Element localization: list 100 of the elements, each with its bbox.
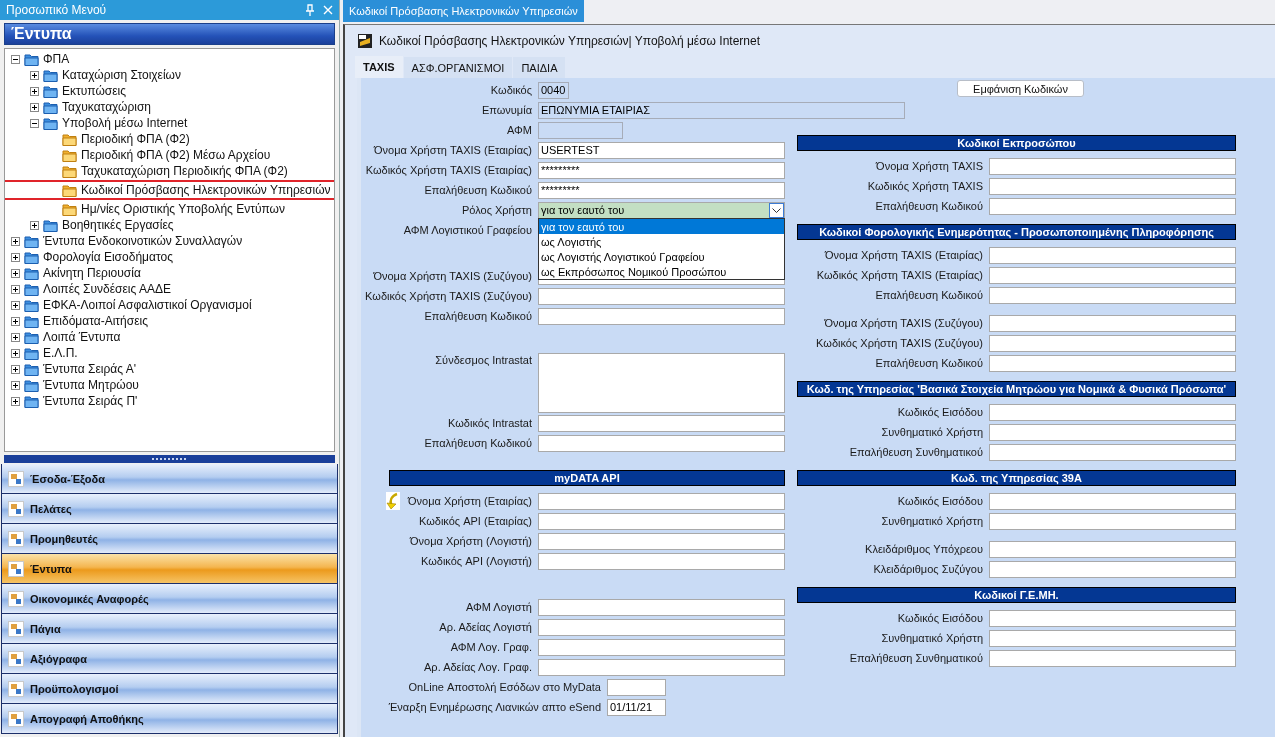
input-field[interactable] (538, 434, 785, 452)
tree-item[interactable]: Λοιπές Συνδέσεις ΑΑΔΕ (5, 281, 334, 297)
tree-item[interactable]: Κωδικοί Πρόσβασης Ηλεκτρονικών Υπηρεσιών (5, 180, 334, 200)
tree-item[interactable]: Ημ/νίες Οριστικής Υποβολής Εντύπων (5, 201, 334, 217)
tree-item[interactable]: Έντυπα Σειράς Α' (5, 361, 334, 377)
input-field[interactable] (538, 287, 785, 305)
tab[interactable]: ΠΑΙΔΙΑ (513, 57, 566, 78)
input-field[interactable] (989, 443, 1236, 461)
splitter-handle[interactable] (4, 455, 335, 463)
tree-item[interactable]: Ε.Λ.Π. (5, 345, 334, 361)
tree-item[interactable]: Περιοδική ΦΠΑ (Φ2) Μέσω Αρχείου (5, 147, 334, 163)
tree-item[interactable]: Καταχώριση Στοιχείων (5, 67, 334, 83)
expand-toggle-icon[interactable] (11, 300, 20, 310)
input-field[interactable]: ********* (538, 181, 785, 199)
expand-toggle-icon[interactable] (11, 380, 20, 390)
input-field[interactable] (989, 492, 1236, 510)
expand-toggle-icon[interactable] (11, 364, 20, 374)
tree-item[interactable]: Λοιπά Έντυπα (5, 329, 334, 345)
expand-toggle-icon[interactable] (30, 86, 39, 96)
input-field[interactable]: 01/11/21 (607, 698, 666, 716)
input-field[interactable] (989, 334, 1236, 352)
input-field[interactable] (989, 403, 1236, 421)
expand-toggle-icon[interactable] (11, 396, 20, 406)
input-field[interactable] (538, 532, 785, 550)
tree-item[interactable]: Έντυπα Ενδοκοινοτικών Συναλλαγών (5, 233, 334, 249)
tree-item[interactable]: ΦΠΑ (5, 51, 334, 67)
input-field[interactable]: USERTEST (538, 141, 785, 159)
tab[interactable]: ΑΣΦ.ΟΡΓΑΝΙΣΜΟΙ (403, 57, 513, 78)
expand-toggle-icon[interactable] (11, 284, 20, 294)
input-field[interactable] (538, 618, 785, 636)
nav-button[interactable]: Οικονομικές Αναφορές (1, 584, 338, 614)
tree-item[interactable]: Έντυπα Μητρώου (5, 377, 334, 393)
dropdown-option[interactable]: ως Εκπρόσωπος Νομικού Προσώπου (539, 264, 784, 279)
input-field[interactable] (538, 552, 785, 570)
input-field[interactable] (989, 177, 1236, 195)
field-label: Επαλήθευση Κωδικού (875, 289, 983, 301)
folder-icon (24, 362, 39, 376)
expand-toggle-icon[interactable] (11, 252, 20, 262)
collapse-toggle-icon[interactable] (11, 54, 20, 64)
expand-toggle-icon[interactable] (11, 332, 20, 342)
textarea-field[interactable] (538, 353, 785, 413)
tree-item[interactable]: Ταχυκαταχώριση Περιοδικής ΦΠΑ (Φ2) (5, 163, 334, 179)
input-field[interactable] (989, 286, 1236, 304)
input-field[interactable] (538, 307, 785, 325)
input-field[interactable] (538, 492, 785, 510)
dropdown-field[interactable]: για τον εαυτό του (538, 201, 785, 219)
collapse-toggle-icon[interactable] (30, 118, 39, 128)
input-field[interactable] (538, 658, 785, 676)
input-field[interactable] (538, 512, 785, 530)
expand-toggle-icon[interactable] (30, 70, 39, 80)
tree-item[interactable]: Υποβολή μέσω Internet (5, 115, 334, 131)
tree-item[interactable]: Περιοδική ΦΠΑ (Φ2) (5, 131, 334, 147)
tree-item[interactable]: Ακίνητη Περιουσία (5, 265, 334, 281)
expand-toggle-icon[interactable] (30, 102, 39, 112)
dropdown-option[interactable]: ως Λογιστής (539, 234, 784, 249)
input-field[interactable] (989, 314, 1236, 332)
input-field[interactable] (989, 649, 1236, 667)
expand-toggle-icon[interactable] (11, 316, 20, 326)
input-field[interactable] (989, 512, 1236, 530)
input-field[interactable] (989, 197, 1236, 215)
expand-toggle-icon[interactable] (11, 268, 20, 278)
input-field[interactable] (989, 540, 1236, 558)
nav-button[interactable]: Απογραφή Αποθήκης (1, 704, 338, 734)
nav-button[interactable]: Προϋπολογισμοί (1, 674, 338, 704)
expand-toggle-icon[interactable] (11, 348, 20, 358)
input-field[interactable] (538, 638, 785, 656)
nav-button[interactable]: Πάγια (1, 614, 338, 644)
tree-item[interactable]: Ταχυκαταχώριση (5, 99, 334, 115)
input-field[interactable] (989, 354, 1236, 372)
dropdown-button[interactable] (769, 202, 784, 218)
input-field[interactable] (538, 598, 785, 616)
input-field[interactable] (989, 246, 1236, 264)
tab[interactable]: TAXIS (355, 56, 403, 78)
input-field[interactable]: ********* (538, 161, 785, 179)
show-codes-button[interactable]: Εμφάνιση Κωδικών (957, 80, 1084, 97)
input-field[interactable] (989, 423, 1236, 441)
nav-button[interactable]: Αξιόγραφα (1, 644, 338, 674)
nav-button[interactable]: Έντυπα (1, 554, 338, 584)
input-field[interactable] (989, 157, 1236, 175)
dropdown-option[interactable]: για τον εαυτό του (539, 219, 784, 234)
input-field[interactable] (989, 629, 1236, 647)
input-field[interactable] (989, 560, 1236, 578)
dropdown-option[interactable]: ως Λογιστής Λογιστικού Γραφείου (539, 249, 784, 264)
tree-item[interactable]: Επιδόματα-Αιτήσεις (5, 313, 334, 329)
nav-button[interactable]: Πελάτες (1, 494, 338, 524)
input-field[interactable] (607, 678, 666, 696)
pin-icon[interactable] (305, 4, 315, 16)
nav-button[interactable]: Προμηθευτές (1, 524, 338, 554)
close-icon[interactable] (323, 5, 333, 15)
tree-item[interactable]: Εκτυπώσεις (5, 83, 334, 99)
nav-button[interactable]: Έσοδα-Έξοδα (1, 464, 338, 494)
tree-item[interactable]: Έντυπα Σειράς Π' (5, 393, 334, 409)
tree-item[interactable]: ΕΦΚΑ-Λοιποί Ασφαλιστικοί Οργανισμοί (5, 297, 334, 313)
input-field[interactable] (538, 414, 785, 432)
tree-item[interactable]: Φορολογία Εισοδήματος (5, 249, 334, 265)
input-field[interactable] (989, 609, 1236, 627)
expand-toggle-icon[interactable] (11, 236, 20, 246)
expand-toggle-icon[interactable] (30, 220, 39, 230)
input-field[interactable] (989, 266, 1236, 284)
tree-item[interactable]: Βοηθητικές Εργασίες (5, 217, 334, 233)
